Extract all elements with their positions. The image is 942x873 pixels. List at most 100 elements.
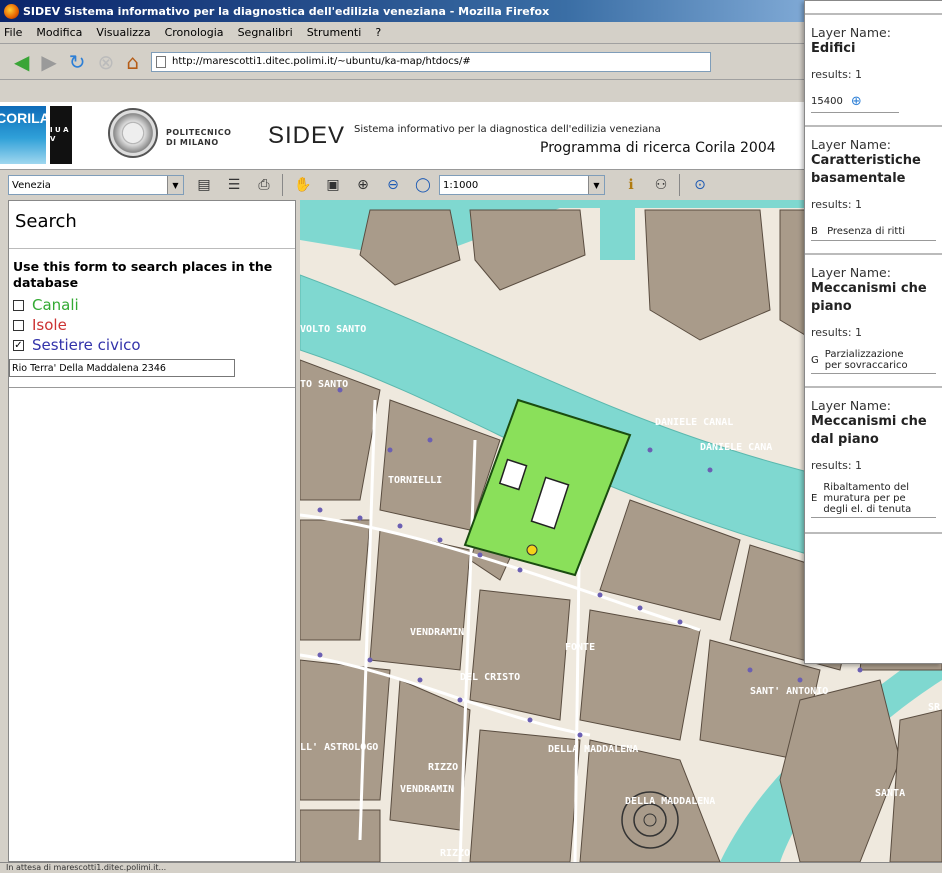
scale-select-value: 1:1000 [443,179,479,191]
measure-circle-icon[interactable]: ⊙ [690,175,710,195]
print-icon[interactable]: ⎙ [254,175,274,195]
map-select[interactable]: Venezia ▼ [8,175,184,195]
result-edifici: Layer Name: Edifici results: 1 15400 ⊕ [805,25,942,113]
result-key: E [811,493,818,504]
toolbar-divider [679,174,680,196]
label-santa: SANTA [875,788,905,799]
firefox-icon [4,3,19,19]
chevron-down-icon: ▼ [167,176,183,194]
search-input[interactable]: Rio Terra' Della Maddalena 2346 [9,359,235,377]
result-value-line: per sovraccarico [824,360,908,371]
result-value: 15400 [811,96,843,107]
label-vendramin-2: VENDRAMIN [400,784,454,795]
zoom-to-icon[interactable]: ⊕ [851,94,862,109]
program-label: Programma di ricerca Corila 2004 [540,140,776,156]
home-icon[interactable]: ⌂ [126,52,139,72]
result-value-line: Parzializzazione [824,349,904,360]
stop-icon[interactable]: ⊗ [98,52,115,72]
layer-label: Layer Name: [811,137,891,152]
divider [9,387,295,388]
keymap-icon[interactable]: ▤ [194,175,214,195]
search-title: Search [9,201,295,249]
result-row: E Ribaltamento del muratura per pe degli… [811,480,936,518]
menu-modifica[interactable]: Modifica [36,26,82,39]
result-value-line: muratura per pe [823,493,906,504]
result-value: Parzializzazione per sovraccarico [825,349,908,371]
map-select-value: Venezia [12,179,51,191]
reload-icon[interactable]: ↻ [69,52,86,72]
site-header: CORILA I U A V POLITECNICO DI MILANO SID… [0,102,810,170]
legend-icon[interactable]: ☰ [224,175,244,195]
polimi-label: POLITECNICO DI MILANO [166,128,231,148]
results-divider [805,532,942,534]
chevron-down-icon: ▼ [588,176,604,194]
checkbox-canali[interactable] [13,299,24,311]
results-divider [805,125,942,127]
sidev-subtitle: Sistema informativo per la diagnostica d… [354,124,661,135]
map-toolbar: Venezia ▼ ▤ ☰ ⎙ ✋ ▣ ⊕ ⊖ ◯ 1:1000 ▼ ℹ ⚇ ⊙ [0,172,810,198]
navigation-bar: ◀ ▶ ↻ ⊗ ⌂ http://marescotti1.ditec.polim… [0,44,942,80]
menu-visualizza[interactable]: Visualizza [96,26,150,39]
info-icon[interactable]: ℹ [621,175,641,195]
results-count: results: 1 [811,326,863,339]
address-bar[interactable]: http://marescotti1.ditec.polimi.it/~ubun… [151,51,712,72]
result-value: Ribaltamento del muratura per pe degli e… [823,482,911,515]
result-value-line: degli el. di tenuta [823,504,912,515]
label-astrologo: LL' ASTROLOGO [300,742,378,753]
polimi-seal-icon [108,108,158,158]
layer-label: Layer Name: [811,25,891,40]
label-tornielli: TORNIELLI [388,475,442,486]
menu-segnalibri[interactable]: Segnalibri [238,26,293,39]
result-row: B Presenza di ritti [811,223,936,241]
menu-strumenti[interactable]: Strumenti [307,26,362,39]
label-volto-santo: VOLTO SANTO [300,324,366,335]
layer-name: Meccanismi che piano [811,281,927,314]
option-canali-label: Canali [32,296,79,314]
dome-center [643,813,657,827]
status-bar: In attesa di marescotti1.ditec.polimi.it… [0,862,942,873]
menu-cronologia[interactable]: Cronologia [165,26,224,39]
menu-file[interactable]: File [4,26,22,39]
option-canali[interactable]: Canali [9,295,295,315]
sidev-title: SIDEV [268,122,346,149]
label-sr: SR [928,702,941,713]
label-sant-antonio: SANT' ANTONIO [750,686,828,697]
zoom-out-icon[interactable]: ⊖ [383,175,403,195]
option-isole[interactable]: Isole [9,315,295,335]
scale-select[interactable]: 1:1000 ▼ [439,175,605,195]
browser-window: SIDEV Sistema informativo per la diagnos… [0,0,942,873]
layer-name: Meccanismi che dal piano [811,414,927,447]
label-daniele-cana: DANIELE CANA [700,442,772,453]
page-icon [156,55,167,68]
label-rizzo: RIZZO [428,762,458,773]
result-marker-icon[interactable] [526,544,538,556]
results-count: results: 1 [811,459,863,472]
option-sestiere-label: Sestiere civico [32,336,141,354]
pan-hand-icon[interactable]: ✋ [293,175,313,195]
zoom-in-icon[interactable]: ⊕ [353,175,373,195]
window-title: SIDEV Sistema informativo per la diagnos… [23,4,550,18]
zoom-full-icon[interactable]: ◯ [413,175,433,195]
results-top-edge [805,1,942,15]
result-key: G [811,354,819,366]
results-divider [805,386,942,388]
search-description: Use this form to search places in the da… [13,259,273,290]
back-arrow-icon[interactable]: ◀ [14,52,29,72]
checkbox-sestiere[interactable]: ✓ [13,339,24,351]
menu-help[interactable]: ? [375,26,381,39]
query-results-panel: Layer Name: Edifici results: 1 15400 ⊕ L… [804,0,942,664]
layer-label: Layer Name: [811,398,891,413]
menu-bar: File Modifica Visualizza Cronologia Segn… [0,22,942,44]
checkbox-isole[interactable] [13,319,24,331]
result-row: G Parzializzazione per sovraccarico [811,347,936,374]
result-value: Presenza di ritti [827,226,906,237]
option-sestiere[interactable]: ✓ Sestiere civico [9,335,295,355]
label-rizzo-2: RIZZO [440,848,470,859]
label-fonte: FONTE [565,642,595,653]
forward-arrow-icon[interactable]: ▶ [41,52,56,72]
results-count: results: 1 [811,198,863,211]
binoculars-icon[interactable]: ⚇ [651,175,671,195]
zoom-box-icon[interactable]: ▣ [323,175,343,195]
option-isole-label: Isole [32,316,67,334]
label-del-cristo: DEL CRISTO [460,672,520,683]
